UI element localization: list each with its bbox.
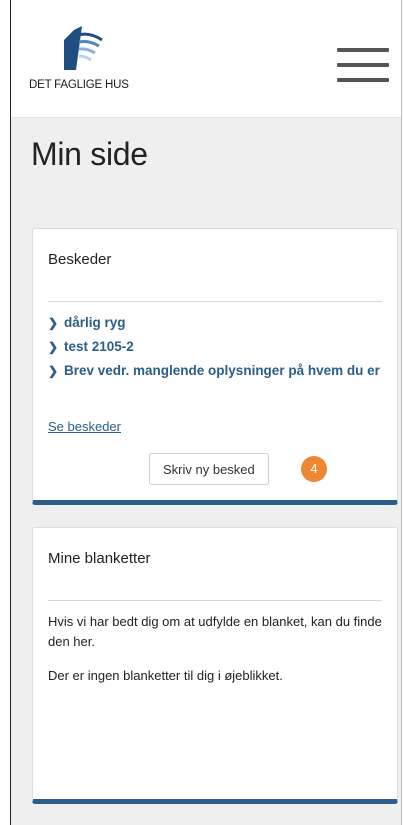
message-list: ❯ dårlig ryg ❯ test 2105-2 ❯ Brev vedr. man… xyxy=(48,315,380,387)
forms-empty-text: Der er ingen blanketter til dig i øjebli… xyxy=(48,668,283,683)
message-subject: Brev vedr. manglende oplysninger på hvem… xyxy=(64,363,380,378)
forms-intro-text: Hvis vi har bedt dig om at udfylde en bl… xyxy=(48,614,382,649)
hamburger-icon-bar-bottom xyxy=(337,78,389,82)
messages-card: Beskeder ❯ dårlig ryg ❯ test 2105-2 ❯ Brev … xyxy=(32,228,398,505)
hamburger-icon-bar-top xyxy=(337,48,389,52)
see-messages-link[interactable]: Se beskeder xyxy=(48,419,121,434)
forms-card: Mine blanketter Hvis vi har bedt dig om … xyxy=(32,527,398,804)
house-logo-icon xyxy=(64,26,103,70)
message-subject: test 2105-2 xyxy=(64,339,134,354)
hamburger-icon-bar-middle xyxy=(337,63,389,67)
chevron-right-icon: ❯ xyxy=(48,364,59,378)
logo-text: DET FAGLIGE HUS xyxy=(29,79,129,91)
messages-card-title: Beskeder xyxy=(48,251,112,268)
page-frame: DET FAGLIGE HUS Min side Beskeder ❯ dårli… xyxy=(10,0,402,825)
hamburger-menu-button[interactable] xyxy=(337,48,389,82)
message-link[interactable]: ❯ Brev vedr. manglende oplysninger på hve… xyxy=(48,363,380,387)
message-link[interactable]: ❯ test 2105-2 xyxy=(48,339,380,363)
chevron-right-icon: ❯ xyxy=(48,340,59,354)
write-new-message-button[interactable]: Skriv ny besked xyxy=(149,453,269,485)
divider xyxy=(48,600,382,601)
chevron-right-icon: ❯ xyxy=(48,316,59,330)
logo[interactable]: DET FAGLIGE HUS xyxy=(29,26,149,96)
message-subject: dårlig ryg xyxy=(64,315,126,330)
forms-card-title: Mine blanketter xyxy=(48,550,151,567)
divider xyxy=(48,301,382,302)
page-title: Min side xyxy=(31,136,148,172)
site-header: DET FAGLIGE HUS xyxy=(11,0,401,118)
unread-count-badge: 4 xyxy=(301,456,327,482)
message-link[interactable]: ❯ dårlig ryg xyxy=(48,315,380,339)
